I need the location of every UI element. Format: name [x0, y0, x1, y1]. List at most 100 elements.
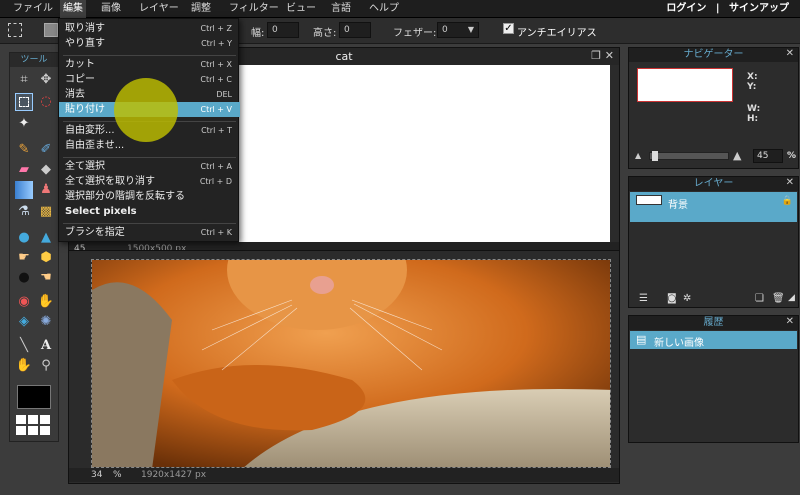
- picker-icon[interactable]: ⚗: [15, 203, 33, 221]
- resize-icon[interactable]: ◢: [788, 293, 795, 303]
- lock-icon[interactable]: 🔒: [782, 196, 793, 206]
- bucket-icon[interactable]: ◆: [37, 161, 55, 179]
- zoom-percent: %: [113, 470, 122, 480]
- menu-filter[interactable]: フィルター: [226, 0, 282, 18]
- menu-item-select-pixels[interactable]: Select pixels: [59, 204, 240, 219]
- zoom-in-icon[interactable]: ▲: [733, 149, 741, 162]
- smudge-icon[interactable]: ☛: [15, 249, 33, 267]
- layer-settings-icon[interactable]: ☰: [639, 293, 648, 304]
- menu-adjust[interactable]: 調整: [188, 0, 214, 18]
- height-input[interactable]: 0: [339, 22, 371, 38]
- document-window-photo: 34 % 1920x1427 px: [68, 250, 620, 484]
- restore-icon[interactable]: ❐: [591, 49, 601, 62]
- zoom-unit: %: [787, 151, 797, 161]
- feather-value: 0: [442, 25, 448, 35]
- redeye-icon[interactable]: ◉: [15, 293, 33, 311]
- signup-link[interactable]: サインアップ: [729, 3, 789, 14]
- layer-mask-icon[interactable]: ◙: [667, 293, 677, 304]
- menu-help[interactable]: ヘルプ: [366, 0, 402, 18]
- color-swatch[interactable]: [17, 385, 51, 409]
- menu-item-undo[interactable]: 取り消す Ctrl + Z: [59, 21, 240, 36]
- layer-name: 背景: [668, 200, 688, 211]
- zoom-value-2[interactable]: 34: [91, 468, 102, 482]
- dodge-icon[interactable]: ☚: [37, 269, 55, 287]
- canvas[interactable]: [239, 65, 610, 243]
- auth-links: ログイン | サインアップ: [663, 0, 792, 18]
- navigator-panel: ナビゲーター ✕ X: Y: W: H: ▲ ▲ 45 %: [628, 47, 799, 169]
- gradient-icon[interactable]: [15, 181, 33, 199]
- move-icon[interactable]: ✥: [37, 71, 55, 89]
- text-icon[interactable]: A: [37, 337, 55, 355]
- close-icon[interactable]: ✕: [786, 48, 794, 59]
- menu-item-invert-selection[interactable]: 選択部分の階調を反転する: [59, 189, 240, 204]
- lasso-icon[interactable]: ◌: [37, 93, 55, 111]
- menu-item-deselect-all[interactable]: 全て選択を取り消す Ctrl + D: [59, 174, 240, 189]
- spot-heal-icon[interactable]: ✋: [37, 293, 55, 311]
- zoom-icon[interactable]: ⚲: [37, 357, 55, 375]
- marquee-icon[interactable]: [8, 23, 22, 37]
- history-panel: 履歴 ✕ ▤ 新しい画像: [628, 315, 799, 443]
- blur-icon[interactable]: ●: [15, 229, 33, 247]
- trash-icon[interactable]: 🗑: [772, 293, 785, 304]
- cursor-highlight: [114, 78, 178, 142]
- magic-wand-icon[interactable]: ✦: [15, 115, 33, 133]
- antialias-checkbox[interactable]: ✓: [503, 23, 514, 34]
- history-doc-icon: ▤: [636, 333, 647, 346]
- document2-statusbar: 34 % 1920x1427 px: [69, 468, 619, 482]
- menu-divider: [63, 157, 236, 158]
- login-link[interactable]: ログイン: [666, 3, 706, 14]
- layer-style-icon[interactable]: ✲: [683, 293, 691, 304]
- close-icon[interactable]: ✕: [605, 49, 614, 62]
- zoom-input[interactable]: 45: [753, 149, 783, 163]
- pattern-icon[interactable]: ▩: [37, 203, 55, 221]
- pinch-icon[interactable]: ✺: [37, 313, 55, 331]
- brush-icon[interactable]: ✐: [37, 141, 55, 159]
- crop-icon[interactable]: ⌗: [15, 71, 33, 89]
- tools-panel-title: ツール: [10, 53, 58, 67]
- sharpen-icon[interactable]: ▲: [37, 229, 55, 247]
- close-icon[interactable]: ✕: [786, 177, 794, 188]
- hand-icon[interactable]: ✋: [15, 357, 33, 375]
- menu-view[interactable]: ビュー: [283, 0, 319, 18]
- history-title: 履歴: [629, 316, 798, 330]
- zoom-out-icon[interactable]: ▲: [635, 151, 641, 160]
- pencil-icon[interactable]: ✎: [15, 141, 33, 159]
- antialias-label: アンチエイリアス: [517, 28, 597, 39]
- menu-item-cut[interactable]: カット Ctrl + X: [59, 57, 240, 72]
- menu-language[interactable]: 言語: [328, 0, 354, 18]
- menu-item-redo[interactable]: やり直す Ctrl + Y: [59, 36, 240, 51]
- feather-label: フェザー:: [393, 28, 437, 39]
- layer-thumbnail: [636, 195, 662, 205]
- cat-photo[interactable]: [91, 259, 611, 468]
- bloat-icon[interactable]: ◈: [15, 313, 33, 331]
- grid-icon[interactable]: [16, 415, 54, 437]
- zoom-slider[interactable]: [649, 151, 729, 161]
- menu-bar: ファイル 編集 画像 レイヤー 調整 フィルター ビュー 言語 ヘルプ ログイン…: [0, 0, 800, 18]
- line-icon[interactable]: ╲: [15, 337, 33, 355]
- navigator-thumbnail[interactable]: [637, 68, 733, 102]
- stamp-icon[interactable]: ♟: [37, 181, 55, 199]
- feather-input[interactable]: 0 ▼: [437, 22, 479, 38]
- history-row[interactable]: ▤ 新しい画像: [630, 331, 797, 349]
- new-layer-icon[interactable]: ❏: [755, 293, 764, 304]
- width-input[interactable]: 0: [267, 22, 299, 38]
- close-icon[interactable]: ✕: [786, 316, 794, 327]
- selection-mode-icon[interactable]: [44, 23, 58, 37]
- menu-file[interactable]: ファイル: [10, 0, 56, 18]
- chevron-down-icon[interactable]: ▼: [468, 23, 474, 37]
- eraser-icon[interactable]: ▰: [15, 161, 33, 179]
- sponge-icon[interactable]: ⬢: [37, 249, 55, 267]
- auth-separator: |: [715, 3, 720, 14]
- menu-edit[interactable]: 編集: [60, 0, 86, 18]
- menu-item-define-brush[interactable]: ブラシを指定 Ctrl + K: [59, 225, 240, 240]
- marquee-tool-icon[interactable]: [15, 93, 33, 111]
- menu-item-select-all[interactable]: 全て選択 Ctrl + A: [59, 159, 240, 174]
- zoom-slider-handle[interactable]: [652, 151, 658, 161]
- layer-row[interactable]: 背景 🔒: [630, 192, 797, 222]
- tools-panel: ツール ⌗ ✥ ◌ ✦ ✎ ✐ ▰ ◆ ♟ ⚗ ▩ ● ▲ ☛ ⬢ ● ☚ ◉ …: [9, 52, 59, 442]
- menu-layer[interactable]: レイヤー: [136, 0, 182, 18]
- h-label: H:: [747, 114, 759, 124]
- menu-image[interactable]: 画像: [98, 0, 124, 18]
- burn-icon[interactable]: ●: [15, 269, 33, 287]
- menu-divider: [63, 55, 236, 56]
